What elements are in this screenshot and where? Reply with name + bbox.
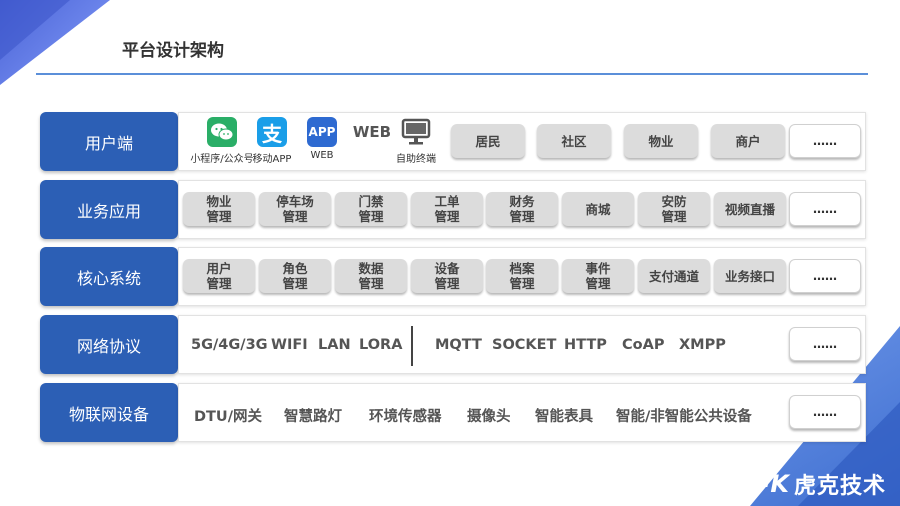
layer-row-business-apps: 业务应用 物业 管理 停车场 管理 门禁 管理 工单 管理 财务 管理 商城 安防 管理 视… xyxy=(40,180,866,239)
chip: 数据 管理 xyxy=(335,259,407,293)
device-label: 摄像头 xyxy=(467,409,511,425)
logo-mark: I-K xyxy=(749,470,790,498)
app-icon: APP xyxy=(307,117,337,147)
chip: 商城 xyxy=(562,192,634,226)
kiosk-terminal-icon xyxy=(401,117,431,147)
protocol-label: MQTT xyxy=(435,337,482,353)
chip: 居民 xyxy=(451,124,525,158)
page-title: 平台设计架构 xyxy=(122,41,224,61)
device-label: 环境传感器 xyxy=(369,409,442,425)
layer-row-core-system: 核心系统 用户 管理 角色 管理 数据 管理 设备 管理 档案 管理 事件 管理 支付通道 … xyxy=(40,247,866,306)
protocol-label: SOCKET xyxy=(492,337,557,353)
wechat-icon xyxy=(207,117,237,147)
chip: 物业 xyxy=(624,124,698,158)
layer-label: 物联网设备 xyxy=(40,383,178,442)
layer-row-network-protocol: 网络协议 5G/4G/3G WIFI LAN LORA MQTT SOCKET … xyxy=(40,315,866,374)
more-chip: …… xyxy=(789,192,861,226)
protocol-label: 5G/4G/3G xyxy=(191,337,268,353)
layer-label: 网络协议 xyxy=(40,315,178,374)
chip: 支付通道 xyxy=(638,259,710,293)
more-chip: …… xyxy=(789,124,861,158)
chip: 事件 管理 xyxy=(562,259,634,293)
company-logo: I-K 虎克技术 xyxy=(749,468,886,500)
chip: 物业 管理 xyxy=(183,192,255,226)
chip: 角色 管理 xyxy=(259,259,331,293)
device-label: 智能表具 xyxy=(535,409,593,425)
alipay-icon: 支 xyxy=(257,117,287,147)
layer-row-user-end: 用户端 小程序/公众号 支 移动APP APP WEB WEB · xyxy=(40,112,866,171)
more-chip: …… xyxy=(789,327,861,361)
chip: 业务接口 xyxy=(714,259,786,293)
chip: 停车场 管理 xyxy=(259,192,331,226)
protocol-label: LORA xyxy=(359,337,403,353)
chip: 视频直播 xyxy=(714,192,786,226)
layer-body: 5G/4G/3G WIFI LAN LORA MQTT SOCKET HTTP … xyxy=(178,315,866,374)
layer-body: DTU/网关 智慧路灯 环境传感器 摄像头 智能表具 智能/非智能公共设备 …… xyxy=(178,383,866,442)
layer-label: 业务应用 xyxy=(40,180,178,239)
logo-text: 虎克技术 xyxy=(793,474,886,499)
layer-body: 用户 管理 角色 管理 数据 管理 设备 管理 档案 管理 事件 管理 支付通道 业务接口 … xyxy=(178,247,866,306)
layer-label: 核心系统 xyxy=(40,247,178,306)
protocol-label: HTTP xyxy=(564,337,607,353)
device-label: 智能/非智能公共设备 xyxy=(616,409,752,425)
chip: 商户 xyxy=(711,124,785,158)
chip: 档案 管理 xyxy=(486,259,558,293)
layer-body: 物业 管理 停车场 管理 门禁 管理 工单 管理 财务 管理 商城 安防 管理 视频直播 …… xyxy=(178,180,866,239)
layer-body: 小程序/公众号 支 移动APP APP WEB WEB · 自助终端 xyxy=(178,112,866,171)
chip: 门禁 管理 xyxy=(335,192,407,226)
more-chip: …… xyxy=(789,259,861,293)
chip: 安防 管理 xyxy=(638,192,710,226)
protocol-label: LAN xyxy=(318,337,351,353)
device-label: 智慧路灯 xyxy=(284,409,342,425)
chip: 用户 管理 xyxy=(183,259,255,293)
protocol-label: CoAP xyxy=(622,337,665,353)
device-label: DTU/网关 xyxy=(194,409,262,425)
app-entry-kiosk: 自助终端 xyxy=(381,117,451,165)
chip: 工单 管理 xyxy=(411,192,483,226)
chip: 设备 管理 xyxy=(411,259,483,293)
protocol-divider xyxy=(411,326,413,366)
chip: 社区 xyxy=(537,124,611,158)
protocol-label: WIFI xyxy=(271,337,308,353)
layer-row-iot-devices: 物联网设备 DTU/网关 智慧路灯 环境传感器 摄像头 智能表具 智能/非智能公… xyxy=(40,383,866,442)
layer-label: 用户端 xyxy=(40,112,178,171)
protocol-label: XMPP xyxy=(679,337,726,353)
chip: 财务 管理 xyxy=(486,192,558,226)
title-divider xyxy=(36,73,868,75)
more-chip: …… xyxy=(789,395,861,429)
